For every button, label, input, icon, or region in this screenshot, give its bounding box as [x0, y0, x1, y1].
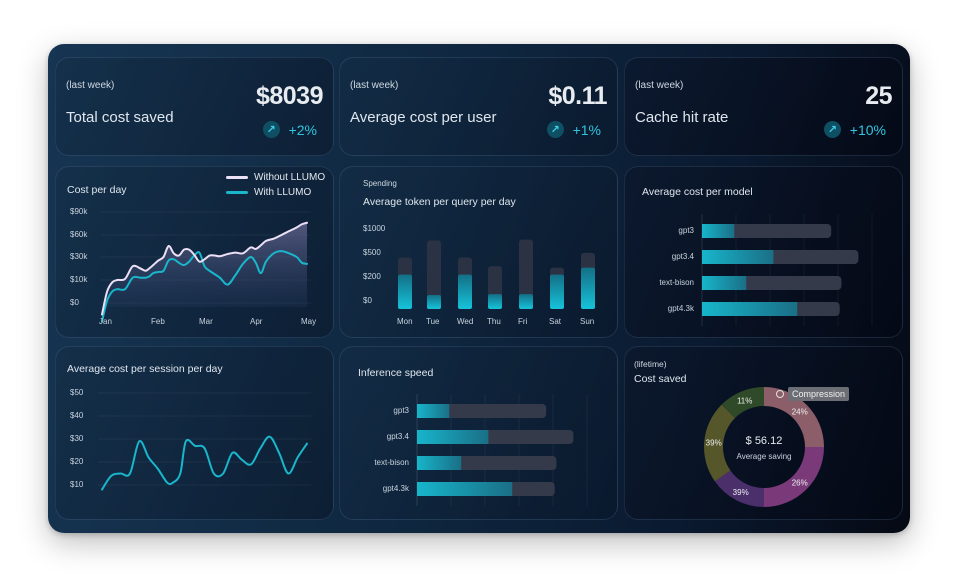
x-tick-label: Sat	[549, 317, 562, 326]
kpi-value: 25	[865, 82, 892, 110]
y-tick-label: gpt3.4	[671, 252, 694, 261]
x-tick-label: Apr	[250, 317, 263, 326]
y-tick-label: text-bison	[659, 278, 694, 287]
kpi-label: Cache hit rate	[635, 109, 729, 126]
y-tick-label: $1000	[363, 224, 386, 233]
x-tick-label: Thu	[487, 317, 501, 326]
arrow-up-right-icon: ↗	[546, 121, 564, 138]
bar-gpt4.3k	[702, 302, 798, 316]
x-tick-label: Wed	[457, 317, 474, 326]
cost-saved-donut-chart: 24% 26% 39% 39% 11% $ 56.12 Average saving	[704, 387, 824, 507]
bar-gpt3	[417, 404, 450, 418]
y-tick-label: $90k	[70, 207, 88, 216]
bar-gpt3.4	[417, 430, 489, 444]
bar-thu	[488, 294, 502, 309]
y-tick-label: $200	[363, 272, 381, 281]
bar-sun	[581, 267, 595, 309]
bar-mon	[398, 274, 412, 309]
kpi-trend: ↗ +2%	[262, 121, 317, 138]
kpi-period: (last week)	[350, 80, 399, 91]
avg-token-card: Spending Average token per query per day…	[339, 166, 618, 338]
x-tick-label: Mon	[397, 317, 413, 326]
y-tick-label: $30k	[70, 252, 88, 261]
x-tick-label: May	[301, 317, 317, 326]
y-tick-label: $50	[70, 388, 84, 397]
tooltip-marker	[776, 390, 784, 398]
y-tick-label: gpt4.3k	[667, 304, 694, 313]
y-tick-label: gpt3	[393, 406, 409, 415]
kpi-card-total-cost-saved[interactable]: (last week) Total cost saved $8039 ↗ +2%	[55, 57, 334, 156]
avg-cost-per-session-card: Average cost per session per day $50 $40 $…	[55, 346, 334, 520]
bar-tue	[427, 294, 441, 309]
kpi-value: $8039	[255, 82, 324, 110]
kpi-card-average-cost-per-user[interactable]: (last week) Average cost per user $0.11 …	[339, 57, 618, 156]
line-cost	[101, 435, 308, 491]
avg-token-chart	[398, 239, 595, 309]
bar-sat	[550, 274, 564, 309]
dashboard-frame: (last week) Total cost saved $8039 ↗ +2%…	[48, 44, 910, 533]
avg-cost-per-model-card: Average cost per model gpt3 gpt3.4 text-bi…	[624, 166, 903, 338]
kpi-change: +1%	[572, 121, 601, 138]
kpi-card-cache-hit-rate[interactable]: (last week) Cache hit rate 25 ↗ +10%	[624, 57, 903, 156]
kpi-trend: ↗ +10%	[823, 121, 886, 138]
y-tick-label: $20	[70, 457, 84, 466]
slice-label: 11%	[737, 396, 752, 405]
bar-fri	[519, 294, 533, 309]
tooltip-compression: Compression	[788, 387, 850, 401]
cost-saved-card: (lifetime) Cost saved 24% 26% 39% 39% 11% $ 5…	[624, 346, 903, 520]
avg-cost-per-model-chart	[701, 214, 873, 326]
kpi-label: Total cost saved	[66, 109, 174, 126]
x-tick-label: Mar	[199, 317, 213, 326]
bar-text-bison	[702, 276, 747, 290]
arrow-up-right-icon: ↗	[823, 121, 841, 138]
y-tick-label: text-bison	[374, 458, 409, 467]
inference-speed-card: Inference speed gpt3 gpt3.4 text-bison gpt4…	[339, 346, 618, 520]
slice-label: 26%	[792, 479, 808, 488]
y-tick-label: gpt4.3k	[382, 484, 409, 493]
slice-label: 39%	[733, 488, 749, 497]
x-tick-label: Feb	[151, 317, 165, 326]
bar-wed	[458, 274, 472, 309]
center-label: Average saving	[737, 452, 792, 461]
kpi-period: (last week)	[66, 80, 115, 91]
x-tick-label: Jan	[99, 317, 112, 326]
kpi-change: +2%	[288, 121, 317, 138]
y-tick-label: $10	[70, 480, 84, 489]
y-tick-label: $60k	[70, 230, 88, 239]
arrow-up-right-icon: ↗	[262, 121, 280, 138]
bar-text-bison	[417, 456, 462, 470]
bar-gpt3	[702, 224, 735, 238]
x-tick-label: Tue	[426, 317, 440, 326]
cost-per-day-chart	[101, 211, 311, 323]
kpi-change: +10%	[849, 121, 886, 138]
kpi-label: Average cost per user	[350, 109, 497, 126]
y-tick-label: $10k	[70, 275, 88, 284]
inference-speed-chart	[416, 394, 588, 506]
kpi-trend: ↗ +1%	[546, 121, 601, 138]
y-tick-label: $0	[363, 296, 372, 305]
kpi-period: (last week)	[635, 80, 684, 91]
y-tick-label: $0	[70, 298, 79, 307]
center-value: $ 56.12	[746, 435, 783, 447]
bar-gpt3.4	[702, 250, 774, 264]
bar-gpt4.3k	[417, 482, 513, 496]
kpi-value: $0.11	[548, 82, 607, 110]
x-tick-label: Sun	[580, 317, 595, 326]
y-tick-label: gpt3	[678, 226, 694, 235]
y-tick-label: $40	[70, 411, 84, 420]
slice-label: 39%	[706, 439, 722, 448]
slice-label: 24%	[792, 407, 808, 416]
y-tick-label: gpt3.4	[386, 432, 409, 441]
cost-per-day-card: Cost per day Without LLUMO With LLUMO $9…	[55, 166, 334, 338]
y-tick-label: $500	[363, 248, 381, 257]
x-tick-label: Fri	[518, 317, 528, 326]
avg-cost-per-session-chart	[98, 392, 311, 491]
y-tick-label: $30	[70, 434, 84, 443]
